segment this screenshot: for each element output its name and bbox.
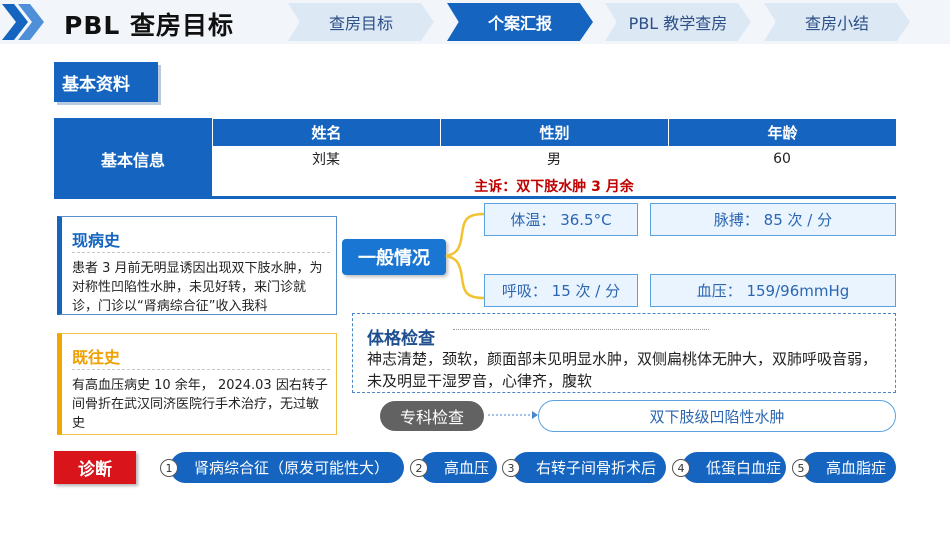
- present-history-card: 现病史 患者 3 月前无明显诱因出现双下肢水肿，为对称性凹陷性水肿，未见好转，来…: [57, 216, 337, 315]
- physical-exam-title: 体格检查: [367, 329, 435, 349]
- number-badge-icon: 3: [502, 459, 520, 477]
- number-badge-icon: 2: [410, 459, 428, 477]
- diagnosis-item: 右转子间骨折术后: [512, 452, 666, 483]
- column-header-gender: 性别: [440, 119, 668, 146]
- brace-connector-icon: [445, 212, 485, 300]
- general-condition-label: 一般情况: [342, 239, 446, 275]
- basic-info-row-label: 基本信息: [54, 118, 212, 199]
- page-title: PBL 查房目标: [64, 11, 235, 40]
- diagnosis-item: 肾病综合征（原发可能性大）: [170, 452, 404, 483]
- diagnosis-item: 高血脂症: [802, 452, 896, 483]
- special-exam-label: 专科检查: [380, 401, 484, 431]
- section-label-basic-data: 基本资料: [54, 62, 158, 102]
- divider: [72, 252, 330, 253]
- diagnosis-item: 高血压: [420, 452, 497, 483]
- diagnosis-item: 低蛋白血症: [682, 452, 786, 483]
- physical-exam-text: 神志清楚，颈软，颜面部未见明显水肿，双侧扁桃体无肿大，双肺呼吸音弱，未及明显干湿…: [367, 350, 878, 390]
- chief-complaint: 主诉：双下肢水肿 3 月余: [474, 179, 634, 195]
- tab-case-report[interactable]: 个案汇报: [447, 3, 593, 41]
- number-badge-icon: 5: [792, 459, 810, 477]
- present-history-title: 现病史: [72, 231, 121, 250]
- past-history-text: 有高血压病史 10 余年， 2024.03 因右转子间骨折在武汉同济医院行手术治…: [72, 378, 328, 431]
- divider: [453, 329, 709, 330]
- tab-summary[interactable]: 查房小结: [764, 3, 910, 41]
- past-history-card: 既往史 有高血压病史 10 余年， 2024.03 因右转子间骨折在武汉同济医院…: [57, 333, 337, 435]
- past-history-title: 既往史: [72, 348, 121, 367]
- physical-exam-card: 体格检查 神志清楚，颈软，颜面部未见明显水肿，双侧扁桃体无肿大，双肺呼吸音弱，未…: [352, 313, 896, 393]
- chevron-logo-icon: [2, 4, 44, 40]
- tab-rounds-goals[interactable]: 查房目标: [288, 3, 434, 41]
- special-exam-result: 双下肢级凹陷性水肿: [538, 400, 896, 432]
- divider: [72, 369, 330, 370]
- vital-pulse: 脉搏： 85 次 / 分: [650, 203, 896, 236]
- vital-temperature: 体温： 36.5°C: [484, 203, 638, 236]
- number-badge-icon: 1: [160, 459, 178, 477]
- arrow-right-icon: [488, 411, 538, 419]
- diagnosis-label: 诊断: [54, 451, 136, 484]
- vital-respiration: 呼吸： 15 次 / 分: [484, 274, 638, 307]
- column-header-name: 姓名: [212, 119, 440, 146]
- header-bar: PBL 查房目标 查房目标 个案汇报 PBL 教学查房 查房小结: [0, 0, 950, 44]
- tab-pbl-teaching[interactable]: PBL 教学查房: [605, 3, 751, 41]
- cell-gender: 男: [547, 152, 561, 168]
- cell-age: 60: [773, 151, 791, 167]
- column-header-age: 年龄: [668, 119, 896, 146]
- number-badge-icon: 4: [672, 459, 690, 477]
- vital-blood-pressure: 血压： 159/96mmHg: [650, 274, 896, 307]
- present-history-text: 患者 3 月前无明显诱因出现双下肢水肿，为对称性凹陷性水肿，未见好转，来门诊就诊…: [72, 261, 323, 314]
- cell-name: 刘某: [312, 152, 340, 168]
